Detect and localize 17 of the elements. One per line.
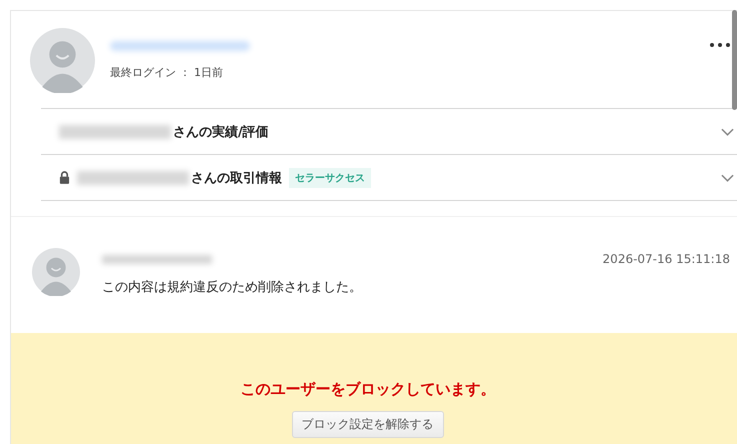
block-notice-text: このユーザーをブロックしています。 bbox=[240, 380, 496, 399]
scrollbar-thumb[interactable] bbox=[732, 10, 737, 110]
message-text: この内容は規約違反のため削除されました。 bbox=[102, 279, 363, 296]
section-title: さんの実績/評価 bbox=[173, 124, 269, 140]
seller-badge: セラーサクセス bbox=[289, 168, 371, 188]
section-row[interactable]: さんの取引情報 セラーサクセス bbox=[41, 154, 737, 201]
section-title: さんの取引情報 bbox=[191, 170, 282, 186]
chevron-icon bbox=[721, 128, 734, 136]
section-row[interactable]: さんの実績/評価 bbox=[41, 108, 737, 154]
avatar-icon bbox=[32, 248, 80, 296]
blurred-name[interactable] bbox=[110, 40, 250, 50]
chevron-icon bbox=[721, 174, 734, 182]
last-login-text: 最終ログイン ： 1日前 bbox=[110, 64, 224, 80]
more-icon[interactable] bbox=[710, 43, 730, 47]
avatar-icon bbox=[30, 28, 95, 92]
timestamp: 2026-07-16 15:11:18 bbox=[602, 252, 730, 266]
unblock-button[interactable]: ブロック設定を解除する bbox=[292, 411, 444, 438]
